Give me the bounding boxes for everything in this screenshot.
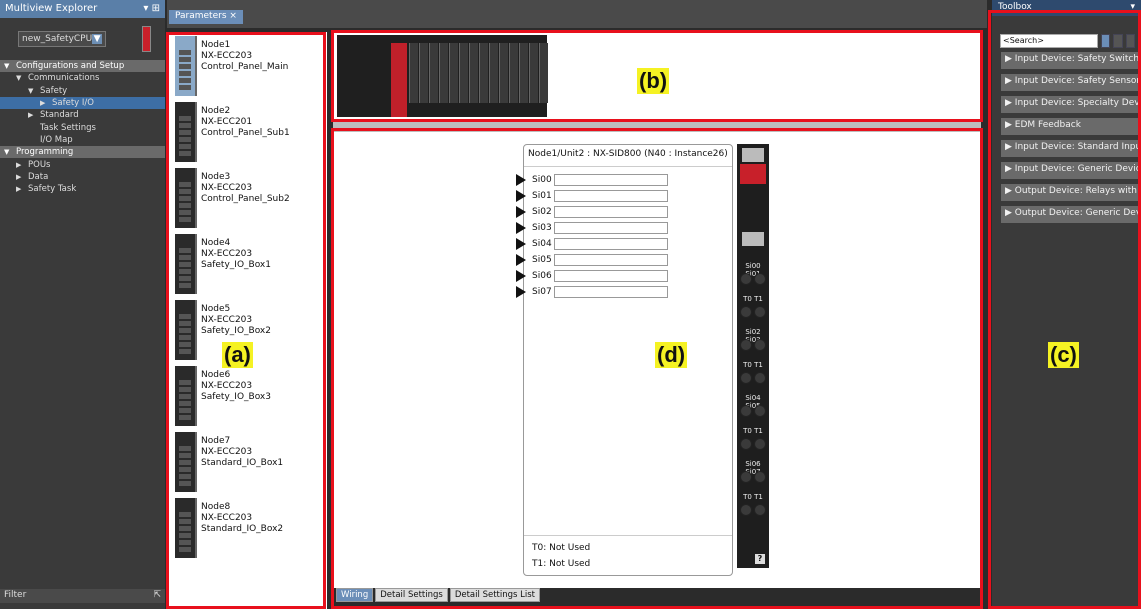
expand-toggle-icon[interactable]: ▼ (4, 62, 12, 70)
label-a: (a) (222, 342, 253, 368)
explorer-title: Multiview Explorer (5, 3, 98, 14)
frame-a (166, 32, 326, 609)
tab-parameters[interactable]: Parameters × (169, 10, 243, 24)
tree-item[interactable]: ▶ POUs (0, 158, 165, 170)
tree-item[interactable]: Task Settings (0, 121, 165, 133)
tree-item-label: Safety (40, 85, 68, 96)
close-icon[interactable]: × (229, 11, 237, 21)
tree-item[interactable]: ▼ Safety (0, 85, 165, 97)
frame-d (331, 128, 983, 609)
expand-toggle-icon[interactable]: ▼ (28, 87, 36, 95)
device-row: new_SafetyCPU ▼ (0, 18, 165, 60)
expand-icon[interactable]: ⇱ (153, 590, 161, 602)
expand-toggle-icon[interactable]: ▼ (4, 148, 12, 156)
expand-toggle-icon[interactable]: ▶ (28, 111, 36, 119)
tree-item[interactable]: ▶ Data (0, 171, 165, 183)
filter-bar[interactable]: Filter ⇱ (0, 589, 165, 603)
tree-item[interactable]: ▶ Standard (0, 109, 165, 121)
device-select[interactable]: new_SafetyCPU ▼ (18, 31, 106, 47)
tree-item-label: POUs (28, 159, 51, 170)
tab-parameters-label: Parameters (175, 11, 227, 21)
device-status-icon (142, 26, 151, 52)
tree-item-label: Configurations and Setup (16, 61, 125, 72)
expand-toggle-icon[interactable]: ▶ (16, 173, 24, 181)
tree-item-label: Task Settings (40, 122, 96, 133)
tree-item[interactable]: ▼ Communications (0, 72, 165, 84)
tree-item-label: Standard (40, 110, 79, 121)
label-d: (d) (655, 342, 688, 368)
filter-label: Filter (4, 590, 27, 600)
editor-tab-strip: Parameters × (167, 0, 987, 28)
expand-toggle-icon[interactable]: ▶ (40, 99, 48, 107)
device-name: new_SafetyCPU (22, 34, 93, 44)
chevron-down-icon[interactable]: ▼ (92, 34, 102, 44)
tree-item-label: Programming (16, 147, 74, 158)
tree-item-label: Communications (28, 73, 100, 84)
tree-item[interactable]: I/O Map (0, 134, 165, 146)
tree-item[interactable]: ▼ Configurations and Setup (0, 60, 165, 73)
tree-item-label: Safety I/O (52, 98, 94, 109)
frame-c (988, 10, 1141, 609)
tree-item[interactable]: ▼ Programming (0, 146, 165, 159)
expand-toggle-icon[interactable]: ▶ (16, 161, 24, 169)
explorer-title-bar: Multiview Explorer ▾ ⊞ (0, 0, 165, 18)
multiview-explorer: Multiview Explorer ▾ ⊞ new_SafetyCPU ▼ ▼… (0, 0, 165, 609)
tree-item-label: I/O Map (40, 134, 73, 145)
label-b: (b) (637, 68, 670, 94)
tree-item-label: Safety Task (28, 184, 77, 195)
expand-toggle-icon[interactable]: ▶ (16, 185, 24, 193)
explorer-tree: ▼ Configurations and Setup ▼ Communications… (0, 60, 165, 195)
expand-toggle-icon[interactable]: ▼ (16, 74, 24, 82)
tree-item-label: Data (28, 171, 49, 182)
pin-icon[interactable]: ▾ ⊞ (143, 3, 160, 15)
label-c: (c) (1048, 342, 1079, 368)
tree-item[interactable]: ▶ Safety Task (0, 183, 165, 195)
tree-item[interactable]: ▶ Safety I/O (0, 96, 165, 110)
